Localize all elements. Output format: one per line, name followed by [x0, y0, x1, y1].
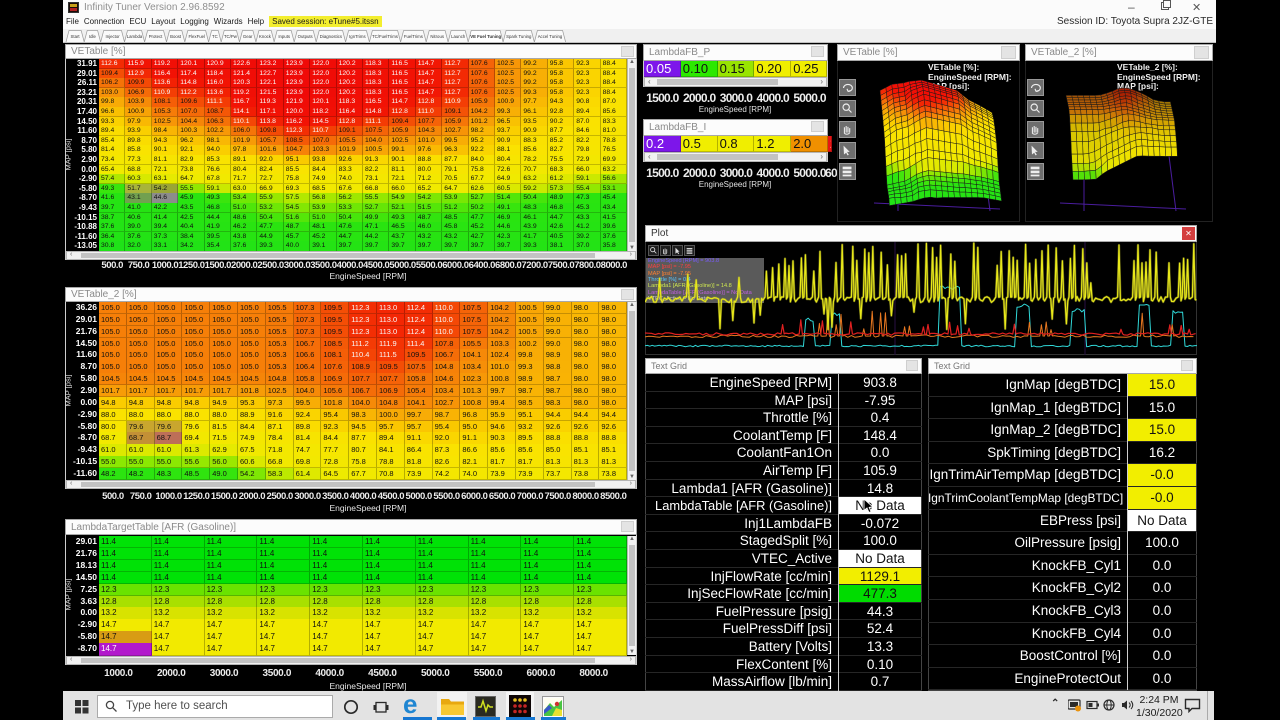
svg-text:Injector: Injector	[106, 34, 121, 39]
svg-text:VE Fuel Tuning: VE Fuel Tuning	[470, 34, 501, 39]
svg-text:Outputs: Outputs	[298, 34, 313, 39]
svg-text:Start: Start	[71, 34, 81, 39]
svg-text:FuelTrims: FuelTrims	[404, 34, 423, 39]
svg-text:Diagnostics: Diagnostics	[320, 34, 342, 39]
svg-text:TC/Pw: TC/Pw	[224, 34, 238, 39]
svg-text:Lambda: Lambda	[127, 34, 143, 39]
svg-text:Protect: Protect	[149, 34, 163, 39]
svg-text:Launch: Launch	[451, 34, 466, 39]
svg-text:TC/FuelTrims: TC/FuelTrims	[372, 34, 398, 39]
svg-text:Accel Tuning: Accel Tuning	[538, 34, 563, 39]
svg-text:Nitrous: Nitrous	[430, 34, 444, 39]
svg-text:Idle: Idle	[89, 34, 97, 39]
svg-text:Boost: Boost	[170, 34, 182, 39]
svg-text:TC: TC	[212, 34, 218, 39]
svg-text:Spark Tuning: Spark Tuning	[506, 34, 532, 39]
svg-text:FlexFuel: FlexFuel	[188, 34, 205, 39]
svg-text:Gear: Gear	[243, 34, 253, 39]
svg-text:Knock: Knock	[259, 34, 272, 39]
svg-text:IgnTrims: IgnTrims	[349, 34, 366, 39]
svg-text:Inputs: Inputs	[278, 34, 290, 39]
